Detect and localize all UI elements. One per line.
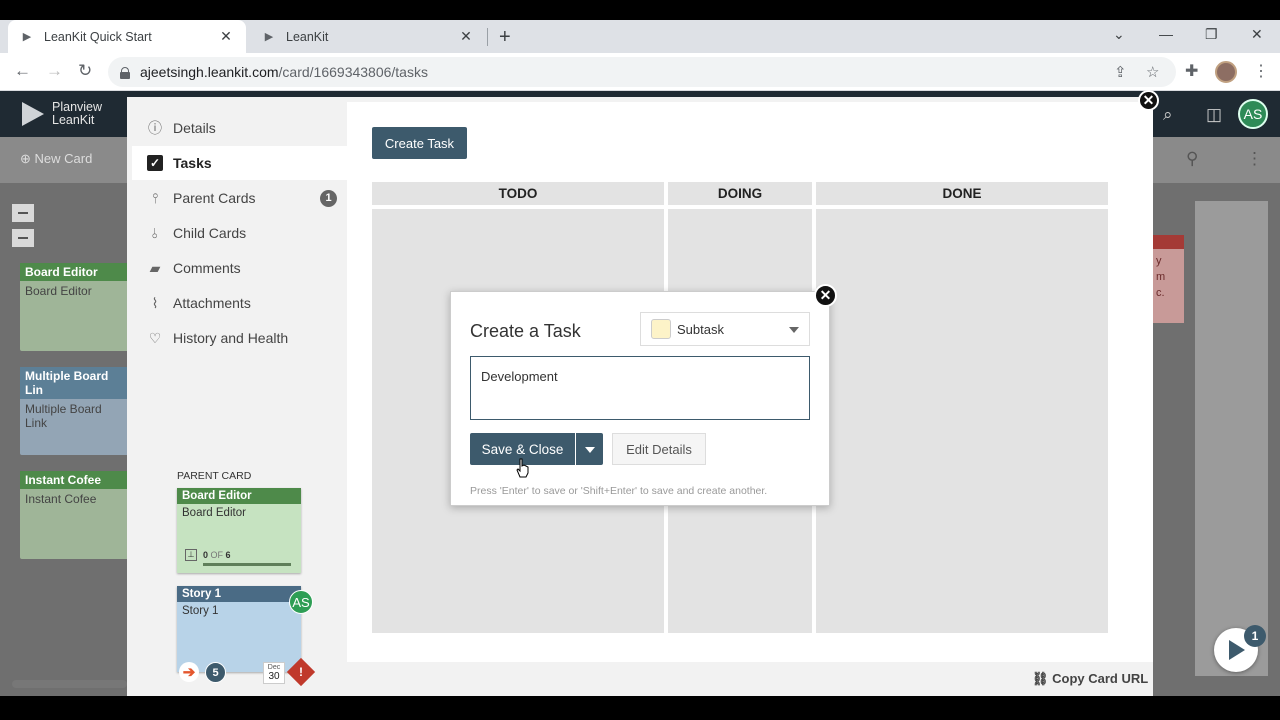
collapse-lane-icon[interactable] <box>12 204 34 222</box>
tab-title: LeanKit Quick Start <box>44 29 152 44</box>
profile-avatar[interactable] <box>1215 61 1237 83</box>
column-header-done: DONE <box>816 182 1108 205</box>
sidebar-item-parent-cards[interactable]: ⫯ Parent Cards 1 <box>132 181 347 215</box>
minimize-icon[interactable]: — <box>1159 26 1173 42</box>
task-title-input[interactable]: Development <box>470 356 810 420</box>
background-card[interactable]: Multiple Board Lin Multiple Board Link <box>20 367 130 455</box>
tab-close-icon[interactable]: ✕ <box>218 28 234 45</box>
notifications-icon[interactable]: ◫ <box>1206 105 1222 125</box>
tab-close-icon[interactable]: ✕ <box>458 28 474 45</box>
board-lane <box>1195 201 1268 676</box>
checkbox-icon: ✓ <box>147 155 163 171</box>
leankit-favicon-icon: ▶ <box>264 31 274 43</box>
window-close-icon[interactable]: ✕ <box>1251 26 1263 43</box>
keyboard-hint: Press 'Enter' to save or 'Shift+Enter' t… <box>470 485 768 497</box>
tab-search-chevron-icon[interactable]: ⌄ <box>1113 26 1125 43</box>
hand-cursor-icon <box>516 458 529 478</box>
board-menu-icon[interactable]: ⋮ <box>1246 149 1263 169</box>
heart-icon: ♡ <box>148 329 162 346</box>
parent-card[interactable]: Board Editor Board Editor ⊥ 0 OF 6 <box>177 488 301 573</box>
help-count-badge: 1 <box>1244 625 1266 647</box>
assignee-avatar[interactable]: AS <box>289 590 313 614</box>
back-arrow-icon[interactable]: ← <box>14 61 31 81</box>
progress-bar <box>203 563 291 566</box>
chevron-down-icon <box>789 327 799 333</box>
sidebar-item-history-health[interactable]: ♡ History and Health <box>132 321 347 355</box>
child-cards-icon: ⫰ <box>151 224 159 241</box>
bookmark-star-icon[interactable]: ☆ <box>1146 63 1159 81</box>
card-type-color-swatch <box>651 319 671 339</box>
arrow-right-icon: ➔ <box>179 662 199 682</box>
lock-icon <box>120 66 130 79</box>
search-icon[interactable]: ⌕ <box>1163 105 1173 125</box>
comment-icon: ▰ <box>149 259 161 276</box>
blocked-icon-mark: ! <box>299 665 303 679</box>
share-icon[interactable]: ⇪ <box>1114 63 1127 81</box>
modal-close-icon[interactable]: ✕ <box>1138 90 1159 111</box>
forward-arrow-icon[interactable]: → <box>46 61 63 81</box>
sidebar-item-attachments[interactable]: ⌇ Attachments <box>132 286 347 320</box>
create-task-button[interactable]: Create Task <box>372 127 467 159</box>
logo-mark-icon <box>22 102 44 126</box>
new-card-button[interactable]: ⊕ New Card <box>20 151 92 167</box>
child-tree-icon: ⊥ <box>185 549 197 561</box>
column-done <box>816 209 1108 633</box>
copy-card-url-link[interactable]: ⛓ Copy Card URL <box>1032 671 1148 687</box>
size-badge: 5 <box>205 662 226 683</box>
edit-details-button[interactable]: Edit Details <box>612 433 706 465</box>
background-card[interactable]: Instant Cofee Instant Cofee <box>20 471 130 559</box>
task-type-select[interactable]: Subtask <box>640 312 810 346</box>
background-card-red[interactable]: y m c. <box>1153 235 1184 323</box>
restore-icon[interactable]: ❐ <box>1205 26 1218 43</box>
reload-icon[interactable]: ↻ <box>78 61 92 81</box>
tab-separator <box>487 28 488 46</box>
story-card[interactable]: Story 1 Story 1 <box>177 586 301 672</box>
tab-leankit-quick-start[interactable]: ▶ LeanKit Quick Start ✕ <box>8 20 246 53</box>
dialog-title: Create a Task <box>470 321 581 341</box>
browser-toolbar: ← → ↻ ajeetsingh.leankit.com/card/166934… <box>0 53 1280 91</box>
sidebar-item-child-cards[interactable]: ⫰ Child Cards <box>132 216 347 250</box>
background-card[interactable]: Board Editor Board Editor <box>20 263 130 351</box>
parent-count-badge: 1 <box>320 189 337 207</box>
horizontal-scrollbar[interactable] <box>12 680 127 688</box>
column-header-todo: TODO <box>372 182 664 205</box>
paperclip-icon: ⌇ <box>151 294 159 311</box>
dialog-close-icon[interactable]: ✕ <box>814 284 837 307</box>
tab-leankit[interactable]: ▶ LeanKit ✕ <box>250 20 486 53</box>
parent-card-label: PARENT CARD <box>177 470 252 482</box>
new-tab-icon[interactable]: + <box>499 26 511 49</box>
parent-cards-icon: ⫯ <box>151 189 159 206</box>
browser-menu-icon[interactable]: ⋮ <box>1253 61 1269 81</box>
screen-top-bar <box>0 0 1280 20</box>
info-icon: ⓘ <box>148 120 162 136</box>
column-header-doing: DOING <box>668 182 812 205</box>
url-text: ajeetsingh.leankit.com/card/1669343806/t… <box>140 64 428 80</box>
screen-bottom-bar <box>0 696 1280 720</box>
sidebar-item-comments[interactable]: ▰ Comments <box>132 251 347 285</box>
tab-strip: ▶ LeanKit Quick Start ✕ ▶ LeanKit ✕ <box>0 20 1280 53</box>
extensions-puzzle-icon[interactable]: ✚ <box>1185 61 1198 81</box>
tab-title: LeanKit <box>286 29 329 44</box>
card-sidebar: ⓘ Details ✓ Tasks ⫯ Parent Cards 1 ⫰ Chi… <box>127 97 347 696</box>
user-avatar[interactable]: AS <box>1238 99 1268 129</box>
save-options-dropdown[interactable] <box>576 433 603 465</box>
planview-leankit-logo[interactable]: Planview LeanKit <box>22 101 102 127</box>
sidebar-item-tasks[interactable]: ✓ Tasks <box>132 146 347 180</box>
leankit-favicon-icon: ▶ <box>22 31 32 43</box>
create-task-dialog: Create a Task Subtask Development Save &… <box>450 291 830 506</box>
sidebar-item-details[interactable]: ⓘ Details <box>132 111 347 145</box>
hierarchy-icon[interactable]: ⚲ <box>1186 149 1198 169</box>
due-date-icon: Dec 30 <box>263 662 285 684</box>
collapse-lane-icon[interactable] <box>12 229 34 247</box>
address-bar[interactable]: ajeetsingh.leankit.com/card/1669343806/t… <box>108 57 1176 87</box>
